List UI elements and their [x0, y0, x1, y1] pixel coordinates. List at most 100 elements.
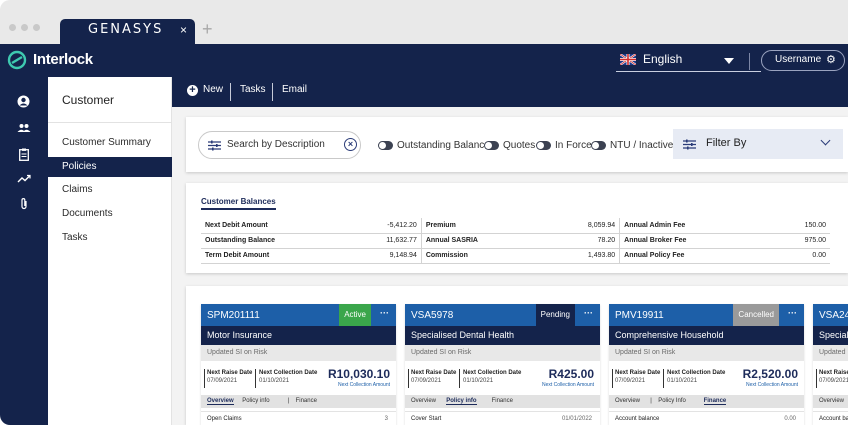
- status-badge: Pending: [535, 304, 575, 326]
- card-tab[interactable]: Overview: [615, 398, 640, 404]
- sidebar-item-customer-summary[interactable]: Customer Summary: [48, 133, 172, 153]
- card-risk-bar: Updated SI on Risk: [609, 345, 804, 361]
- card-tabs: Overview: [813, 395, 848, 408]
- card-header: VSA5978 Pending ···: [405, 304, 600, 326]
- email-button[interactable]: Email: [282, 84, 307, 95]
- browser-window: GENASYS × + Interlock English Username ⚙…: [0, 0, 848, 425]
- card-tab[interactable]: Policy info: [242, 398, 269, 404]
- window-minimize-dot[interactable]: [21, 24, 28, 31]
- sidebar-item-policies[interactable]: Policies: [48, 157, 172, 177]
- detail-label: Cover Start: [411, 416, 442, 422]
- status-badge: Cancelled: [733, 304, 779, 326]
- more-options-icon[interactable]: ···: [577, 304, 600, 326]
- toggle-label: Quotes: [503, 140, 536, 151]
- next-collection-amount-label: Next Collection Amount: [542, 382, 594, 388]
- next-raise-date: 07/09/2021: [615, 378, 646, 384]
- card-tab[interactable]: Policy Info: [658, 398, 686, 404]
- sidebar-item-documents[interactable]: Documents: [48, 204, 172, 224]
- detail-label: Account balance: [615, 416, 660, 422]
- search-input[interactable]: Search by Description ×: [198, 131, 361, 159]
- new-tab-icon[interactable]: +: [202, 19, 213, 40]
- risk-label: Updated: [819, 349, 846, 356]
- next-raise-label: Next Raise Date: [615, 370, 661, 376]
- more-options-icon[interactable]: ···: [373, 304, 396, 326]
- action-divider: [230, 83, 231, 101]
- card-product-bar: Motor Insurance: [201, 326, 396, 345]
- policy-card[interactable]: VSA5978 Pending ··· Specialised Dental Heal…: [405, 304, 600, 425]
- toggle-quotes[interactable]: [484, 141, 499, 150]
- detail-value: 01/01/2022: [561, 416, 592, 422]
- more-options-icon[interactable]: ···: [781, 304, 804, 326]
- policy-card[interactable]: VSA24 Speciali Updated Next Raise 07/09/2021…: [813, 304, 848, 425]
- sidebar-item-tasks[interactable]: Tasks: [48, 228, 172, 248]
- browser-tab[interactable]: GENASYS ×: [60, 19, 195, 44]
- policy-card[interactable]: PMV19911 Cancelled ··· Comprehensive Househ…: [609, 304, 804, 425]
- card-detail-row: Open Claims 3: [201, 411, 396, 425]
- tasks-button[interactable]: Tasks: [240, 84, 266, 95]
- paperclip-icon[interactable]: [20, 197, 28, 210]
- user-circle-icon[interactable]: [17, 95, 30, 108]
- card-tab[interactable]: Finance: [703, 398, 727, 405]
- card-detail-row: Account balance 0.00: [609, 411, 804, 425]
- detail-label: Account ba: [819, 416, 848, 422]
- plus-icon[interactable]: +: [187, 85, 198, 96]
- policy-number: SPM201111: [207, 310, 260, 321]
- customer-balances-panel: Customer Balances Next Debit Amount -5,41…: [186, 183, 848, 273]
- balance-label: Outstanding Balance: [201, 233, 310, 249]
- next-collection-date: 01/10/2021: [463, 378, 494, 384]
- card-tab[interactable]: Finance: [296, 398, 317, 404]
- language-select[interactable]: English: [616, 50, 761, 72]
- balance-row: Outstanding Balance 11,632.77 Annual SASRI…: [201, 233, 830, 249]
- sidebar-title: Customer: [62, 93, 115, 107]
- policy-card[interactable]: SPM201111 Active ··· Motor Insurance Updated…: [201, 304, 396, 425]
- date-divider: [612, 369, 613, 388]
- balance-value: 9,148.94: [309, 248, 422, 264]
- balance-value: 0.00: [743, 248, 830, 264]
- card-tabs: Overview Policy info Finance: [405, 395, 600, 408]
- card-tab[interactable]: Overview: [207, 398, 234, 405]
- balance-value: 8,059.94: [515, 218, 621, 234]
- product-name: Comprehensive Household: [615, 330, 724, 340]
- card-tab[interactable]: Overview: [411, 398, 436, 404]
- date-divider: [663, 369, 664, 388]
- user-menu-button[interactable]: Username ⚙: [761, 50, 845, 71]
- card-detail-row: Account ba: [813, 411, 848, 425]
- balance-label: Term Debit Amount: [201, 248, 310, 264]
- risk-label: Updated SI on Risk: [615, 349, 676, 356]
- card-tabs: Overview Policy info | Finance: [201, 395, 396, 408]
- users-icon[interactable]: [17, 123, 31, 133]
- new-button[interactable]: New: [203, 84, 223, 95]
- customer-sidebar: Customer Customer Summary Policies Claim…: [48, 77, 172, 425]
- policy-number: PMV19911: [615, 310, 664, 321]
- trend-icon[interactable]: [17, 174, 31, 184]
- language-label: English: [643, 52, 683, 66]
- card-product-bar: Specialised Dental Health: [405, 326, 600, 345]
- date-divider: [408, 369, 409, 388]
- next-raise-date: 07/09/2021: [411, 378, 442, 384]
- tab-separator: |: [650, 398, 652, 404]
- clear-search-icon[interactable]: ×: [344, 138, 357, 151]
- toggle-outstanding-balances[interactable]: [378, 141, 393, 150]
- sidebar-item-claims[interactable]: Claims: [48, 180, 172, 200]
- card-dates: Next Raise Date 07/09/2021 Next Collection…: [201, 365, 396, 391]
- toggle-in-force[interactable]: [536, 141, 551, 150]
- browser-chrome: GENASYS × +: [0, 0, 848, 44]
- next-collection-date: 01/10/2021: [667, 378, 698, 384]
- close-tab-icon[interactable]: ×: [180, 23, 187, 37]
- app-name: Interlock: [33, 51, 93, 68]
- balance-row: Term Debit Amount 9,148.94 Commission 1,493…: [201, 248, 830, 264]
- clipboard-icon[interactable]: [19, 148, 29, 161]
- card-tab[interactable]: Finance: [492, 398, 513, 404]
- window-close-dot[interactable]: [9, 24, 16, 31]
- next-collection-label: Next Collection Date: [667, 370, 726, 376]
- next-raise-label: Next Raise Date: [207, 370, 253, 376]
- card-dates: Next Raise 07/09/2021: [813, 365, 848, 391]
- balance-label: Next Debit Amount: [201, 218, 310, 234]
- sliders-icon: [208, 140, 221, 151]
- window-maximize-dot[interactable]: [33, 24, 40, 31]
- card-tab[interactable]: Policy info: [446, 398, 477, 405]
- filter-by-select[interactable]: Filter By: [673, 129, 843, 159]
- caret-down-icon: [724, 58, 734, 64]
- toggle-ntu-inactive[interactable]: [591, 141, 606, 150]
- card-tab[interactable]: Overview: [819, 398, 844, 404]
